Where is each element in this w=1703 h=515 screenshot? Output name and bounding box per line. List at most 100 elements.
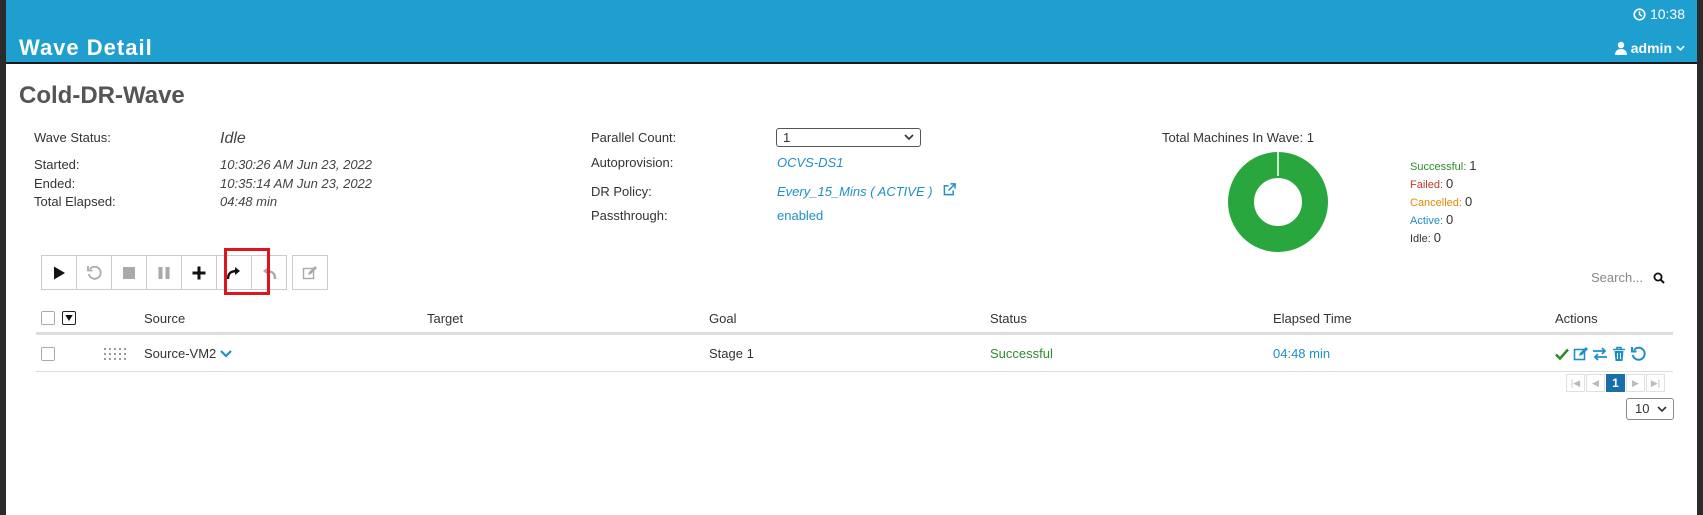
play-icon bbox=[54, 266, 65, 279]
legend-item: Cancelled: 0 bbox=[1410, 194, 1472, 209]
start-button[interactable] bbox=[41, 255, 77, 290]
app-title: Wave Detail bbox=[19, 35, 153, 60]
restart-icon[interactable] bbox=[1630, 346, 1646, 362]
last-page-button[interactable]: ▶| bbox=[1646, 374, 1665, 392]
chevron-down-icon bbox=[904, 134, 914, 141]
col-elapsed-time[interactable]: Elapsed Time bbox=[1273, 311, 1352, 326]
status-cell: Successful bbox=[990, 346, 1053, 361]
pagination: |◀ ◀ 1 ▶ ▶| bbox=[1566, 374, 1665, 392]
elapsed-cell: 04:48 min bbox=[1273, 346, 1331, 361]
page-title: Cold-DR-Wave bbox=[19, 82, 185, 109]
window-left-edge bbox=[0, 0, 6, 515]
legend-label: Cancelled: bbox=[1410, 197, 1462, 209]
add-button[interactable] bbox=[181, 255, 217, 290]
parallel-count-value: 1 bbox=[783, 130, 791, 145]
chevron-down-icon bbox=[1676, 45, 1685, 51]
bulk-action-dropdown[interactable] bbox=[62, 311, 76, 325]
legend-label: Failed: bbox=[1410, 179, 1444, 191]
legend-count: 0 bbox=[1446, 212, 1454, 227]
total-elapsed-label: Total Elapsed: bbox=[34, 194, 116, 209]
external-link-icon[interactable] bbox=[943, 183, 956, 196]
add-icon bbox=[192, 266, 206, 279]
parallel-count-label: Parallel Count: bbox=[591, 130, 677, 145]
parallel-count-select[interactable]: 1 bbox=[776, 128, 921, 147]
search-icon[interactable] bbox=[1653, 272, 1665, 284]
restart-button[interactable] bbox=[76, 255, 112, 290]
legend-item: Active: 0 bbox=[1410, 212, 1453, 227]
drag-handle-icon[interactable] bbox=[104, 348, 126, 360]
user-menu[interactable]: admin bbox=[1614, 40, 1685, 56]
legend-count: 0 bbox=[1446, 176, 1454, 191]
trash-icon[interactable] bbox=[1611, 346, 1627, 362]
wave-toolbar bbox=[41, 255, 328, 290]
page-1-button[interactable]: 1 bbox=[1606, 374, 1625, 392]
autoprovision-link[interactable]: OCVS-DS1 bbox=[777, 155, 843, 170]
legend-label: Successful: bbox=[1410, 161, 1467, 173]
total-machines-title: Total Machines In Wave: 1 bbox=[1162, 130, 1314, 145]
col-status[interactable]: Status bbox=[990, 311, 1027, 326]
legend-count: 0 bbox=[1433, 230, 1442, 245]
chevron-down-icon[interactable] bbox=[220, 349, 233, 358]
prev-page-button[interactable]: ◀ bbox=[1586, 374, 1605, 392]
select-all-checkbox[interactable] bbox=[41, 311, 55, 325]
source-cell: Source-VM2 bbox=[144, 346, 233, 361]
search-placeholder: Search... bbox=[1591, 270, 1644, 285]
app-header: 10:38 Wave Detail admin bbox=[6, 0, 1697, 64]
passthrough-label: Passthrough: bbox=[591, 208, 668, 223]
ended-label: Ended: bbox=[34, 176, 76, 191]
total-elapsed-value: 04:48 min bbox=[220, 194, 278, 209]
legend-count: 1 bbox=[1469, 158, 1477, 173]
pause-button[interactable] bbox=[146, 255, 182, 290]
donut-ring bbox=[1228, 152, 1328, 252]
autoprovision-label: Autoprovision: bbox=[591, 155, 674, 170]
swap-icon[interactable] bbox=[1592, 346, 1608, 362]
legend-label: Active: bbox=[1410, 215, 1444, 227]
dr-policy-label: DR Policy: bbox=[591, 184, 652, 199]
window-right-edge bbox=[1697, 0, 1703, 515]
user-name: admin bbox=[1630, 40, 1672, 56]
user-icon bbox=[1614, 41, 1627, 55]
col-actions: Actions bbox=[1555, 311, 1598, 326]
started-label: Started: bbox=[34, 157, 80, 172]
passthrough-value: enabled bbox=[777, 208, 824, 223]
goal-cell: Stage 1 bbox=[709, 346, 754, 361]
started-value: 10:30:26 AM Jun 23, 2022 bbox=[220, 157, 373, 172]
table-row: Source-VM2 Stage 1 Successful 04:48 min bbox=[36, 336, 1673, 372]
row-checkbox[interactable] bbox=[41, 347, 55, 361]
table-header: Source Target Goal Status Elapsed Time A… bbox=[36, 303, 1673, 335]
edit-icon[interactable] bbox=[1573, 346, 1589, 362]
col-target[interactable]: Target bbox=[427, 311, 463, 326]
first-page-button[interactable]: |◀ bbox=[1566, 374, 1585, 392]
clock: 10:38 bbox=[1633, 6, 1685, 22]
clock-time: 10:38 bbox=[1649, 6, 1685, 22]
dr-policy-link[interactable]: Every_15_Mins ( ACTIVE ) bbox=[777, 184, 933, 199]
wave-status-label: Wave Status: bbox=[34, 130, 111, 145]
edit-button[interactable] bbox=[292, 255, 328, 290]
next-page-button[interactable]: ▶ bbox=[1626, 374, 1645, 392]
stop-icon bbox=[123, 266, 135, 279]
check-icon[interactable] bbox=[1554, 346, 1570, 362]
ended-value: 10:35:14 AM Jun 23, 2022 bbox=[220, 176, 373, 191]
legend-item: Failed: 0 bbox=[1410, 176, 1453, 191]
source-name: Source-VM2 bbox=[144, 346, 217, 361]
row-actions bbox=[1554, 346, 1646, 362]
stop-button[interactable] bbox=[111, 255, 147, 290]
wave-status-value: Idle bbox=[220, 130, 246, 147]
legend-item: Successful: 1 bbox=[1410, 158, 1476, 173]
machines-donut-chart bbox=[1228, 152, 1328, 252]
edit-icon bbox=[302, 265, 317, 279]
caret-down-icon bbox=[65, 315, 73, 321]
clock-icon bbox=[1633, 7, 1646, 21]
legend-label: Idle: bbox=[1410, 233, 1431, 245]
col-goal[interactable]: Goal bbox=[709, 311, 736, 326]
page-size-value: 10 bbox=[1635, 401, 1650, 416]
legend-item: Idle: 0 bbox=[1410, 230, 1441, 245]
highlight-box bbox=[224, 248, 270, 295]
page-size-select[interactable]: 10 bbox=[1626, 398, 1674, 420]
legend-count: 0 bbox=[1464, 194, 1473, 209]
pause-icon bbox=[158, 266, 170, 279]
restart-icon bbox=[87, 265, 102, 280]
chevron-down-icon bbox=[1657, 406, 1667, 413]
search-box[interactable]: Search... bbox=[1591, 270, 1665, 285]
col-source[interactable]: Source bbox=[144, 311, 185, 326]
